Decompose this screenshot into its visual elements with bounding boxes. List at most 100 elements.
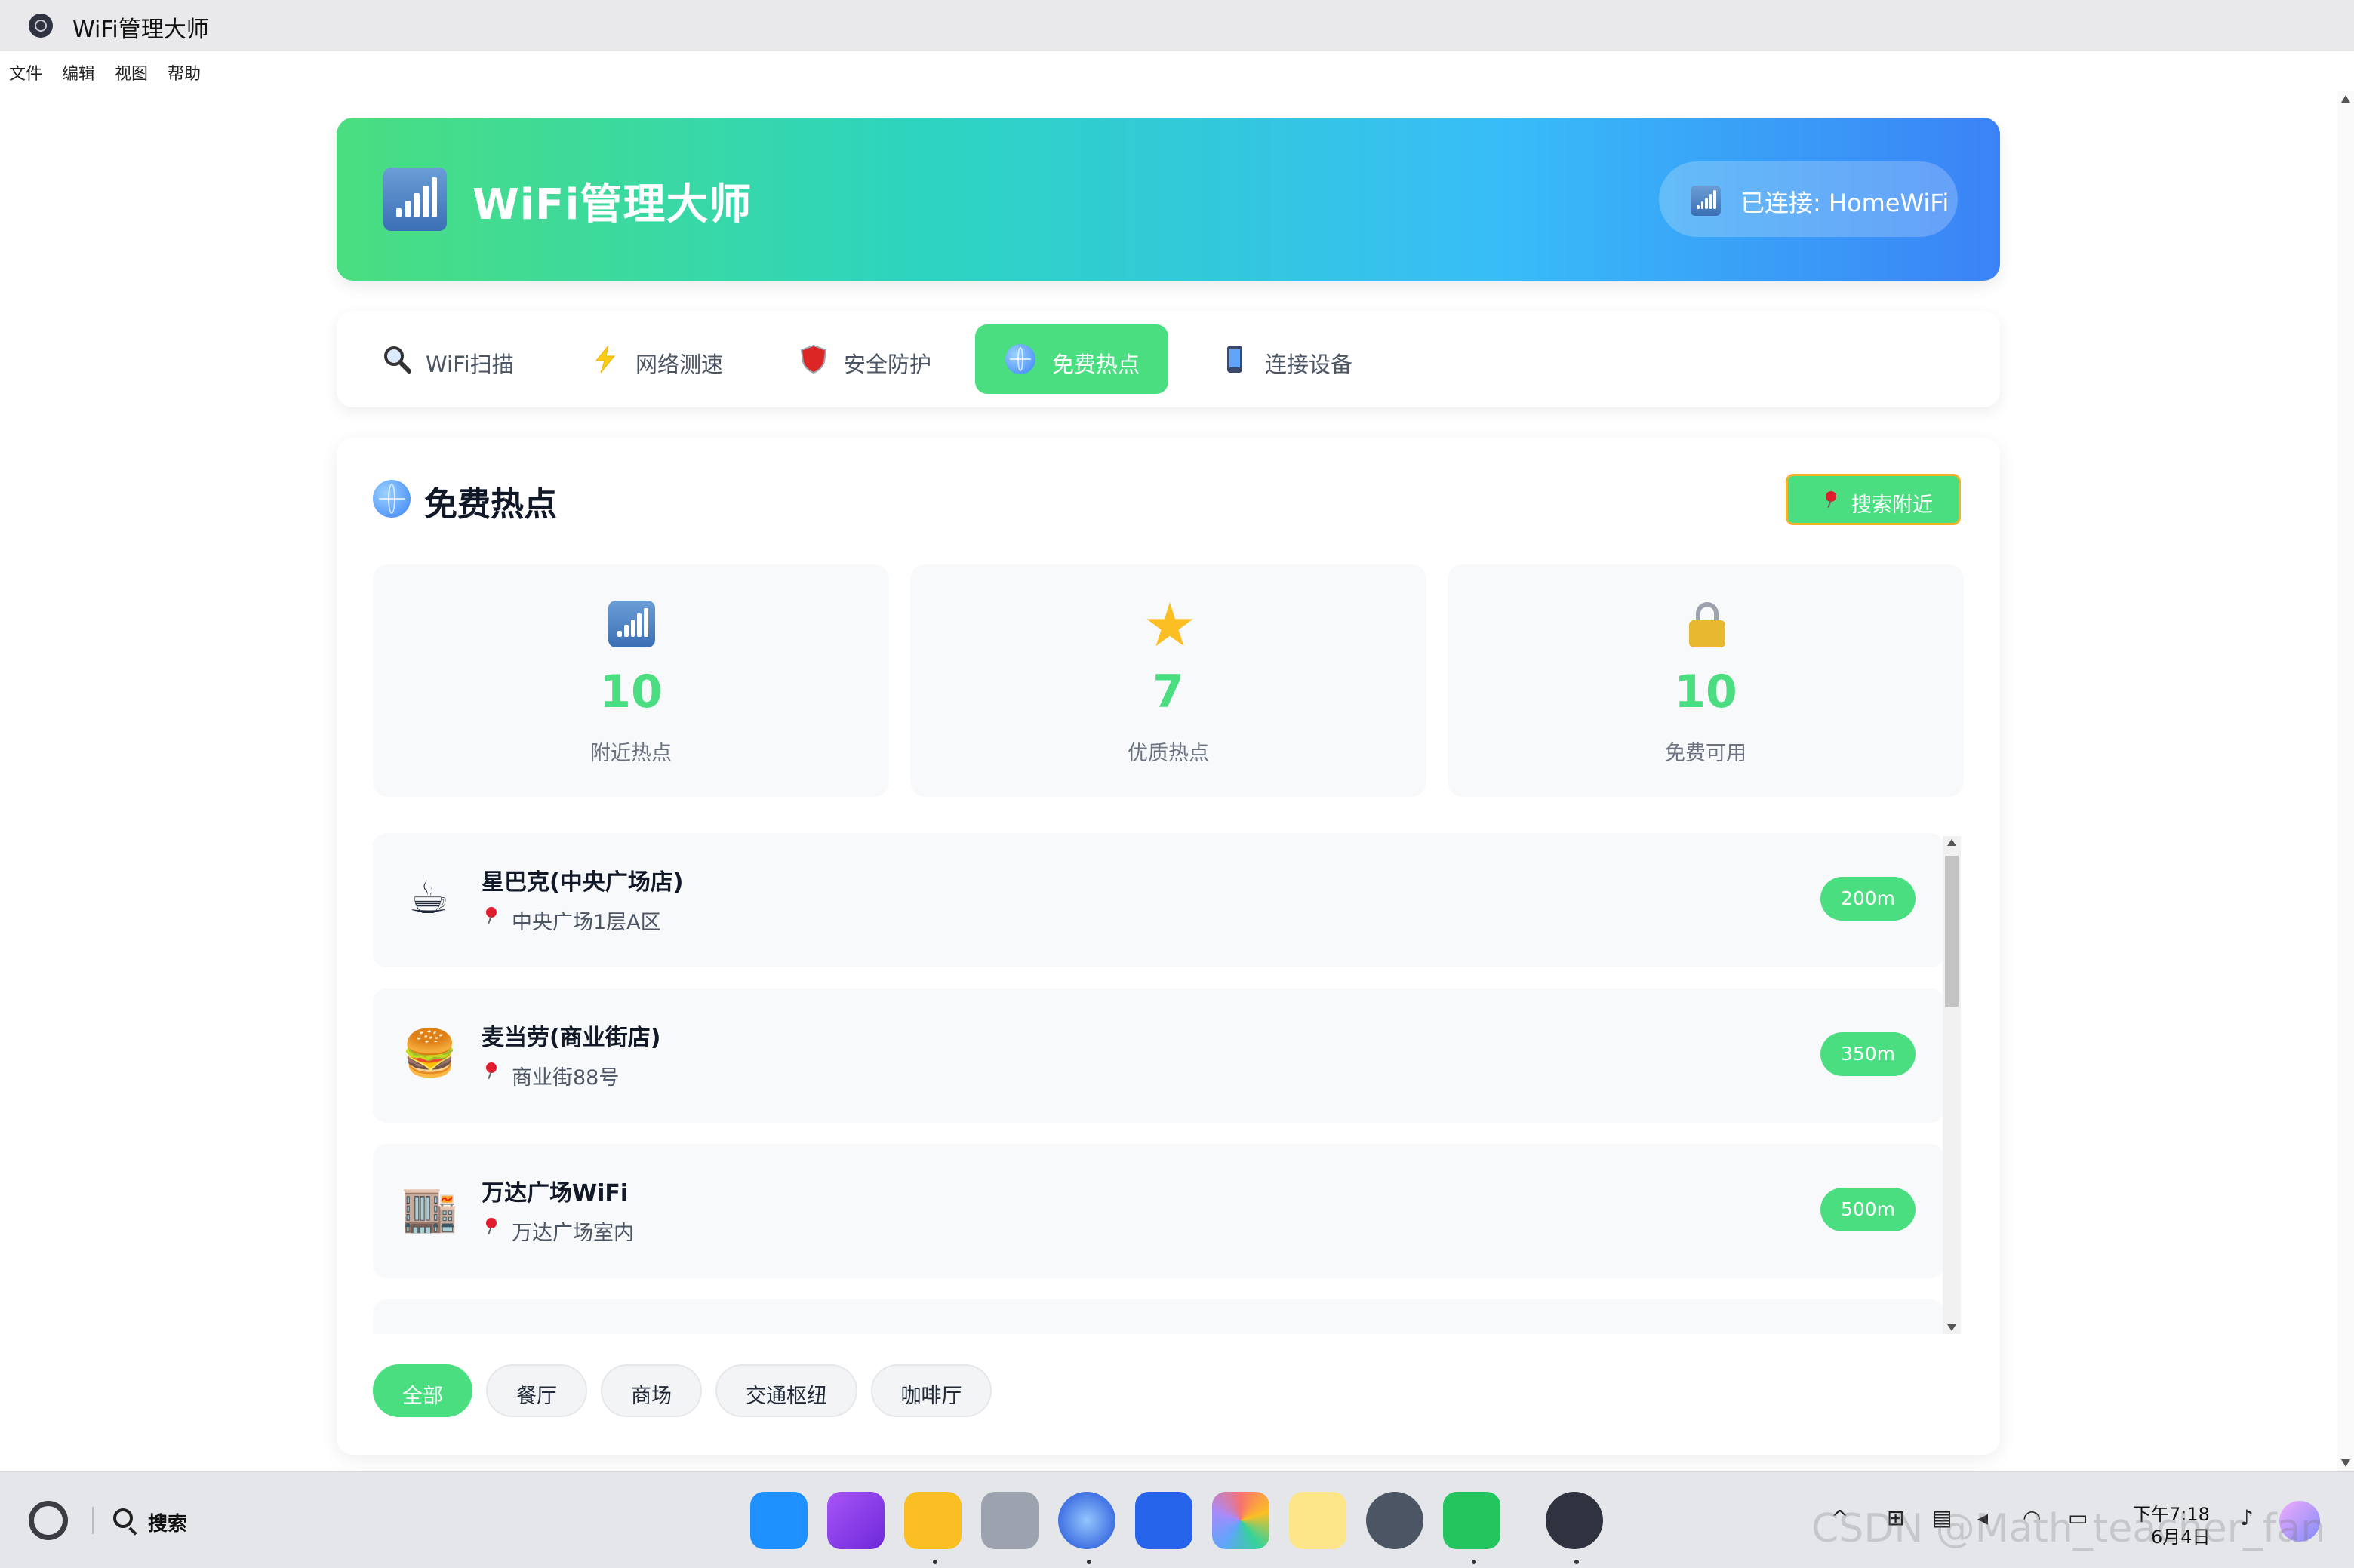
window-titlebar: WiFi管理大师 <box>0 0 2354 51</box>
page-scrollbar[interactable] <box>2337 91 2354 1471</box>
phone-icon <box>1227 346 1242 373</box>
signal-icon <box>608 601 655 647</box>
hotspot-name: 万达广场WiFi <box>482 1180 629 1207</box>
taskbar-divider <box>92 1507 94 1534</box>
stat-label: 优质热点 <box>1128 742 1209 765</box>
photos-icon[interactable] <box>1212 1492 1269 1549</box>
filter-restaurant[interactable]: 餐厅 <box>486 1364 587 1417</box>
search-icon[interactable] <box>113 1508 133 1528</box>
filter-transport[interactable]: 交通枢纽 <box>715 1364 857 1417</box>
filter-all[interactable]: 全部 <box>373 1364 472 1417</box>
running-indicator <box>933 1560 937 1564</box>
pin-icon <box>483 1062 500 1079</box>
menu-help[interactable]: 帮助 <box>168 60 201 85</box>
settings-gear-icon[interactable] <box>1366 1492 1423 1549</box>
scroll-down-arrow-icon[interactable] <box>2341 1459 2350 1467</box>
menu-edit[interactable]: 编辑 <box>62 60 95 85</box>
tab-label: WiFi扫描 <box>426 352 514 377</box>
coffee-icon: ☕ <box>408 872 449 924</box>
lock-icon <box>1689 602 1725 647</box>
tab-security[interactable]: 安全防护 <box>783 324 965 394</box>
stat-quality-hotspots: 7 优质热点 <box>910 564 1426 797</box>
lightning-icon <box>595 345 616 374</box>
start-button-icon[interactable] <box>29 1501 68 1540</box>
menu-file[interactable]: 文件 <box>9 60 42 85</box>
wechat-icon[interactable] <box>1443 1492 1500 1549</box>
distance-badge: 350m <box>1820 1032 1916 1076</box>
filter-label: 全部 <box>402 1385 443 1408</box>
section-title: 免费热点 <box>424 485 557 524</box>
tab-free-hotspot[interactable]: 免费热点 <box>975 324 1168 394</box>
mail-icon[interactable] <box>1135 1492 1192 1549</box>
tab-devices[interactable]: 连接设备 <box>1203 324 1384 394</box>
search-nearby-button[interactable]: 搜索附近 <box>1786 474 1961 525</box>
filter-cafe[interactable]: 咖啡厅 <box>871 1364 992 1417</box>
tab-wifi-scan[interactable]: WiFi扫描 <box>367 324 533 394</box>
running-indicator <box>1472 1560 1476 1564</box>
shield-icon <box>800 344 827 374</box>
signal-icon <box>383 168 447 231</box>
hotspot-address: 万达广场室内 <box>512 1222 634 1245</box>
distance-text: 350m <box>1840 1043 1896 1065</box>
tab-label: 免费热点 <box>1052 352 1140 377</box>
hotspot-name: 麦当劳(商业街店) <box>482 1025 661 1051</box>
pin-icon <box>483 1218 500 1234</box>
distance-badge: 200m <box>1820 877 1916 921</box>
signal-small-icon <box>1691 186 1721 216</box>
tab-label: 安全防护 <box>844 352 932 377</box>
list-item[interactable]: ☕ 星巴克(中央广场店) 中央广场1层A区 200m <box>373 833 1944 967</box>
stat-value: 10 <box>1674 666 1737 718</box>
list-scrollbar[interactable] <box>1943 836 1961 1334</box>
app-title: WiFi管理大师 <box>472 180 752 229</box>
scroll-down-arrow-icon[interactable] <box>1947 1324 1956 1331</box>
hotspot-address: 商业街88号 <box>512 1066 620 1090</box>
mall-icon: 🏬 <box>402 1182 458 1235</box>
hotspot-name: 星巴克(中央广场店) <box>482 869 684 896</box>
star-icon <box>1146 602 1193 647</box>
list-item[interactable]: 🏬 万达广场WiFi 万达广场室内 500m <box>373 1144 1944 1278</box>
taskbar-search-label[interactable]: 搜索 <box>148 1508 187 1536</box>
scroll-thumb[interactable] <box>1945 856 1959 1007</box>
running-indicator <box>1087 1560 1091 1564</box>
search-nearby-label: 搜索附近 <box>1851 493 1933 517</box>
tab-label: 连接设备 <box>1265 352 1353 377</box>
scroll-up-arrow-icon[interactable] <box>2341 95 2350 103</box>
stat-label: 附近热点 <box>590 742 672 765</box>
multitask-icon[interactable] <box>827 1492 885 1549</box>
globe-icon <box>373 480 411 518</box>
connection-status-text: 已连接: HomeWiFi <box>1740 189 1949 217</box>
filter-mall[interactable]: 商场 <box>601 1364 702 1417</box>
pin-icon <box>483 907 500 924</box>
notes-icon[interactable] <box>1289 1492 1346 1549</box>
browser-icon[interactable] <box>1058 1492 1115 1549</box>
files-icon[interactable] <box>904 1492 962 1549</box>
filter-label: 商场 <box>631 1385 672 1408</box>
launcher-icon[interactable] <box>750 1492 808 1549</box>
magnifier-icon <box>384 346 411 374</box>
list-item[interactable] <box>373 1299 1944 1334</box>
burger-icon: 🍔 <box>402 1027 458 1080</box>
trash-icon[interactable] <box>981 1492 1039 1549</box>
hotspot-list[interactable]: ☕ 星巴克(中央广场店) 中央广场1层A区 200m 🍔 麦当劳(商业街店) 商… <box>373 833 1964 1334</box>
tab-bar: WiFi扫描 网络测速 安全防护 免费热点 连接设备 <box>337 311 2000 407</box>
scroll-up-arrow-icon[interactable] <box>1947 839 1956 846</box>
app-logo-icon <box>29 14 53 38</box>
stat-free-available: 10 免费可用 <box>1448 564 1964 797</box>
menu-bar <box>0 51 2354 91</box>
distance-text: 500m <box>1840 1198 1896 1220</box>
window-title: WiFi管理大师 <box>72 17 209 43</box>
electron-app-icon[interactable] <box>1546 1492 1603 1549</box>
hotspot-address: 中央广场1层A区 <box>512 911 661 934</box>
running-indicator <box>1574 1560 1579 1564</box>
tab-speed-test[interactable]: 网络测速 <box>575 324 756 394</box>
stat-label: 免费可用 <box>1665 742 1746 765</box>
filter-label: 餐厅 <box>516 1385 557 1408</box>
menu-view[interactable]: 视图 <box>115 60 148 85</box>
filter-label: 交通枢纽 <box>746 1385 827 1408</box>
list-item[interactable]: 🍔 麦当劳(商业街店) 商业街88号 350m <box>373 988 1944 1123</box>
connection-status[interactable]: 已连接: HomeWiFi <box>1659 161 1958 237</box>
distance-badge: 500m <box>1820 1188 1916 1231</box>
tab-label: 网络测速 <box>635 352 724 377</box>
distance-text: 200m <box>1840 887 1896 909</box>
stat-value: 7 <box>1152 666 1184 718</box>
